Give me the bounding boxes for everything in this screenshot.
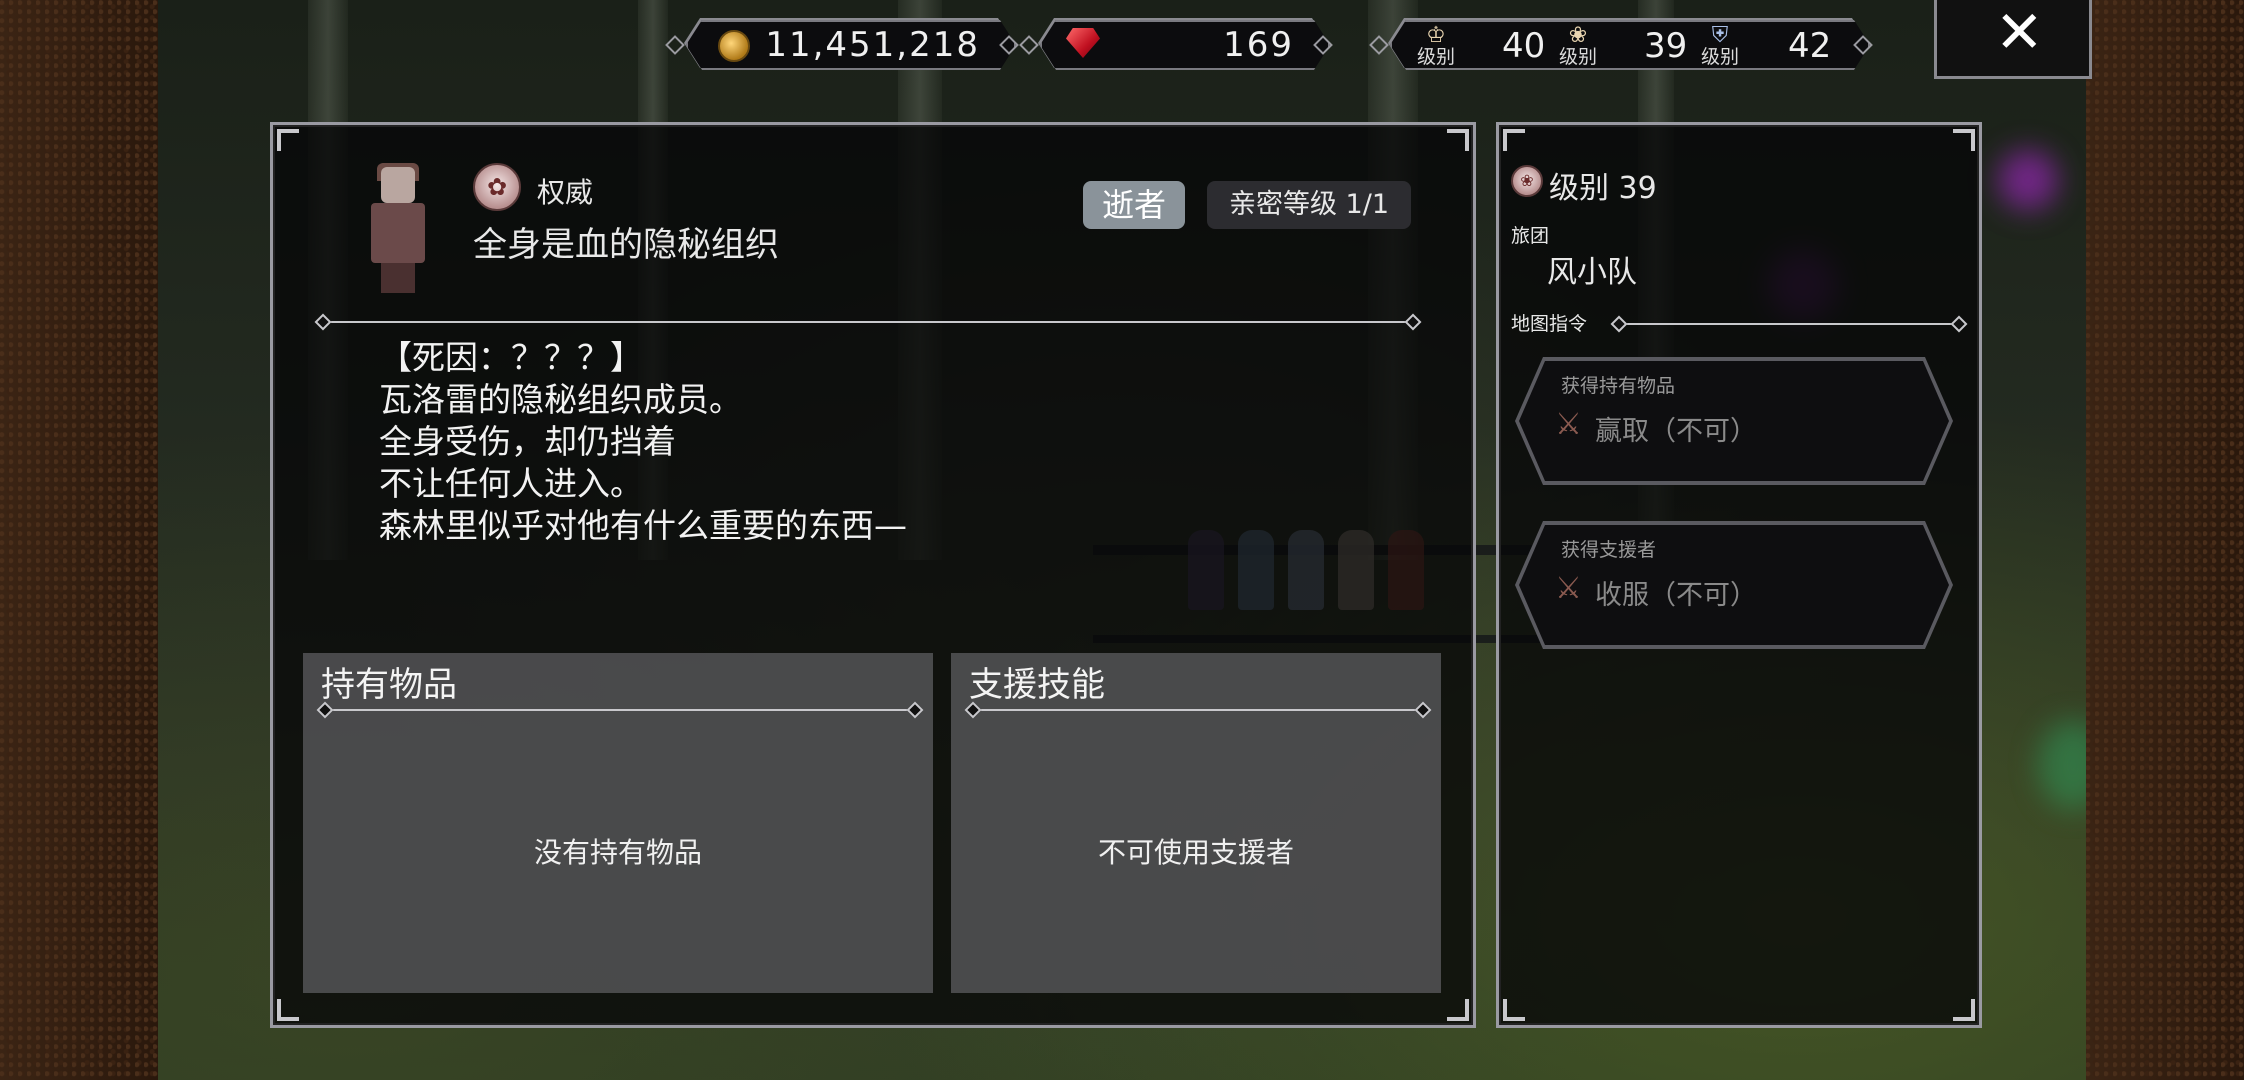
right-border-texture (2086, 0, 2244, 1080)
money-value: 11,451,218 (765, 25, 980, 65)
rank-value: 39 (1644, 26, 1688, 66)
ring-label: 权威 (537, 176, 594, 209)
rank-label: 级别 (1558, 46, 1597, 68)
gem-value: 169 (1223, 25, 1294, 65)
divider (323, 321, 1413, 323)
rank-value: 40 (1502, 26, 1546, 66)
command-action: 收服（不可） (1595, 580, 1757, 611)
description-line: 森林里似乎对他有什么重要的东西— (379, 506, 907, 545)
side-panel: ❀ 级别 39 旅团 风小队 地图指令 获得持有物品 ⚔ 赢取（不可） 获得支援… (1496, 122, 1982, 1028)
divider (325, 709, 915, 711)
rank-label: 级别 (1700, 46, 1739, 68)
crossed-swords-icon: ⚔ (1555, 407, 1582, 442)
coin-icon (718, 30, 750, 62)
support-skill-empty: 不可使用支援者 (1097, 836, 1294, 869)
gem-icon (1066, 28, 1100, 58)
recruit-command-button[interactable]: 获得支援者 ⚔ 收服（不可） (1519, 525, 1949, 645)
command-caption: 获得支援者 (1561, 539, 1657, 561)
left-border-texture (0, 0, 158, 1080)
divider (1619, 323, 1959, 325)
description-line: 不让任何人进入。 (379, 464, 643, 503)
command-caption: 获得持有物品 (1561, 375, 1676, 397)
description-line: 【死因：？？？】 (379, 338, 643, 377)
rose-icon: ❀ (1511, 165, 1543, 197)
description-line: 瓦洛雷的隐秘组织成员。 (379, 380, 742, 419)
support-skill-title: 支援技能 (969, 665, 1105, 705)
rank-value: 42 (1788, 26, 1832, 66)
level-label: 级别 39 (1549, 171, 1657, 206)
rank-shield: ⛨ 级别 (1700, 24, 1740, 64)
rank-display: ♔ 级别 40 ❀ 级别 39 ⛨ 级别 42 (1390, 20, 1870, 70)
steal-command-button[interactable]: 获得持有物品 ⚔ 赢取（不可） (1519, 361, 1949, 481)
character-name: 全身是血的隐秘组织 (473, 225, 779, 265)
character-sprite (363, 163, 433, 295)
character-panel: ✿ 权威 全身是血的隐秘组织 逝者 亲密等级 1/1 【死因：？？？】 瓦洛雷的… (270, 122, 1476, 1028)
held-items-empty: 没有持有物品 (533, 836, 702, 869)
character-description: 【死因：？？？】 瓦洛雷的隐秘组织成员。 全身受伤，却仍挡着 不让任何人进入。 … (379, 337, 907, 547)
crown-icon: ♔ (1426, 23, 1446, 48)
shield-icon: ⛨ (1711, 23, 1729, 48)
gem-display: 169 (1040, 20, 1330, 70)
crossed-swords-icon: ⚔ (1555, 571, 1582, 606)
guild-name: 风小队 (1547, 255, 1637, 290)
rank-rose: ❀ 级别 (1558, 24, 1598, 64)
money-display: 11,451,218 (686, 20, 1016, 70)
support-skill-box: 支援技能 不可使用支援者 (951, 653, 1441, 993)
description-line: 全身受伤，却仍挡着 (379, 422, 676, 461)
affinity-badge: 亲密等级 1/1 (1207, 181, 1411, 229)
rank-crown: ♔ 级别 (1416, 24, 1456, 64)
close-icon: ✕ (1995, 0, 2044, 66)
magic-light (1998, 150, 2058, 210)
status-badge: 逝者 (1083, 181, 1185, 229)
rank-label: 级别 (1416, 46, 1455, 68)
rose-icon: ❀ (1568, 23, 1588, 48)
held-items-box: 持有物品 没有持有物品 (303, 653, 933, 993)
magic-light (2038, 720, 2086, 810)
divider (973, 709, 1423, 711)
map-command-label: 地图指令 (1511, 313, 1588, 335)
authority-icon: ✿ (473, 163, 521, 211)
held-items-title: 持有物品 (321, 665, 457, 705)
close-button[interactable]: ✕ (1934, 0, 2092, 79)
guild-label: 旅团 (1511, 225, 1550, 247)
command-action: 赢取（不可） (1595, 416, 1757, 447)
